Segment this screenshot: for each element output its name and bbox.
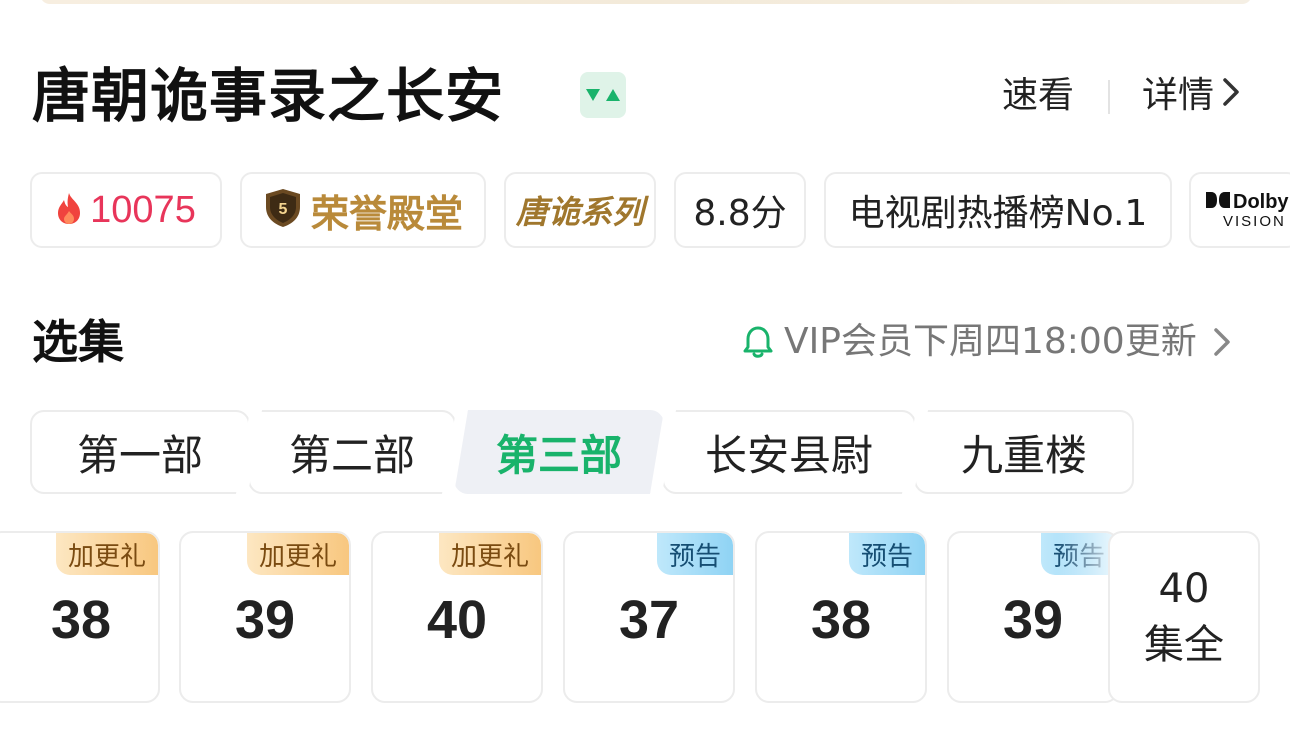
dolby-vision-label: VISION (1223, 213, 1286, 230)
honor-label: 荣誉殿堂 (310, 191, 463, 236)
flame-icon (56, 191, 82, 229)
tab-jiu-chong-lou[interactable]: 九重楼 (914, 410, 1134, 494)
dolby-icon (1205, 191, 1231, 212)
episode-number: 37 (618, 590, 680, 650)
episode-item[interactable]: 预告 37 (563, 531, 735, 703)
chevron-right-icon (1213, 327, 1231, 357)
honor-level: 5 (279, 201, 288, 218)
rank-label: 电视剧热播榜No.1 (848, 193, 1148, 234)
episode-item[interactable]: 加更礼 39 (179, 531, 351, 703)
chevron-right-icon (1222, 74, 1240, 118)
episode-number: 39 (234, 590, 296, 650)
preview-badge: 预告 (656, 533, 733, 575)
episode-number: 39 (1002, 590, 1064, 650)
divider (1108, 80, 1110, 114)
episode-item[interactable]: 预告 38 (755, 531, 927, 703)
dolby-tag[interactable]: Dolby VISION (1189, 172, 1290, 248)
tab-season-2[interactable]: 第二部 (248, 410, 456, 494)
detail-button[interactable]: 详情 (1142, 74, 1240, 118)
season-tabs: 第一部 第二部 第三部 长安县尉 九重楼 (30, 410, 1140, 494)
score-tag[interactable]: 8.8分 (674, 172, 806, 248)
tab-season-3[interactable]: 第三部 (454, 410, 664, 494)
tab-chang-an-county[interactable]: 长安县尉 (662, 410, 916, 494)
vip-badge-icon (580, 72, 626, 118)
quick-view-button[interactable]: 速看 (1002, 74, 1074, 118)
preview-badge: 预告 (848, 533, 925, 575)
episode-number: 38 (50, 590, 112, 650)
gift-badge: 加更礼 (55, 533, 158, 575)
heat-tag[interactable]: 10075 (30, 172, 222, 248)
rank-tag[interactable]: 电视剧热播榜No.1 (824, 172, 1172, 248)
episodes-section-title: 选集 (32, 315, 124, 369)
tab-season-1[interactable]: 第一部 (30, 410, 250, 494)
series-label: 唐诡系列 (515, 193, 644, 231)
update-info-text: VIP会员下周四18:00更新 (784, 321, 1197, 362)
episode-item[interactable]: 预告 39 (947, 531, 1119, 703)
episode-number: 38 (810, 590, 872, 650)
heat-value: 10075 (90, 188, 196, 231)
episode-item[interactable]: 加更礼 38 (0, 531, 160, 703)
series-tag[interactable]: 唐诡系列 (504, 172, 656, 248)
total-episodes-label: 集全 (1144, 622, 1224, 668)
all-episodes-button[interactable]: 40 集全 (1108, 531, 1260, 703)
score-label: 8.8分 (693, 193, 787, 234)
show-title: 唐朝诡事录之长安 (32, 62, 505, 130)
honor-tag[interactable]: 5 荣誉殿堂 (240, 172, 486, 248)
gift-badge: 加更礼 (246, 533, 349, 575)
shield-icon: 5 (263, 187, 303, 233)
total-episodes-count: 40 (1158, 566, 1210, 612)
episode-number: 40 (426, 590, 488, 650)
episode-item[interactable]: 加更礼 40 (371, 531, 543, 703)
dolby-label: Dolby (1233, 190, 1289, 213)
bell-icon (742, 325, 774, 359)
top-banner-edge (40, 0, 1252, 4)
detail-label: 详情 (1142, 75, 1215, 116)
update-reminder-link[interactable]: VIP会员下周四18:00更新 (742, 320, 1231, 364)
gift-badge: 加更礼 (438, 533, 541, 575)
